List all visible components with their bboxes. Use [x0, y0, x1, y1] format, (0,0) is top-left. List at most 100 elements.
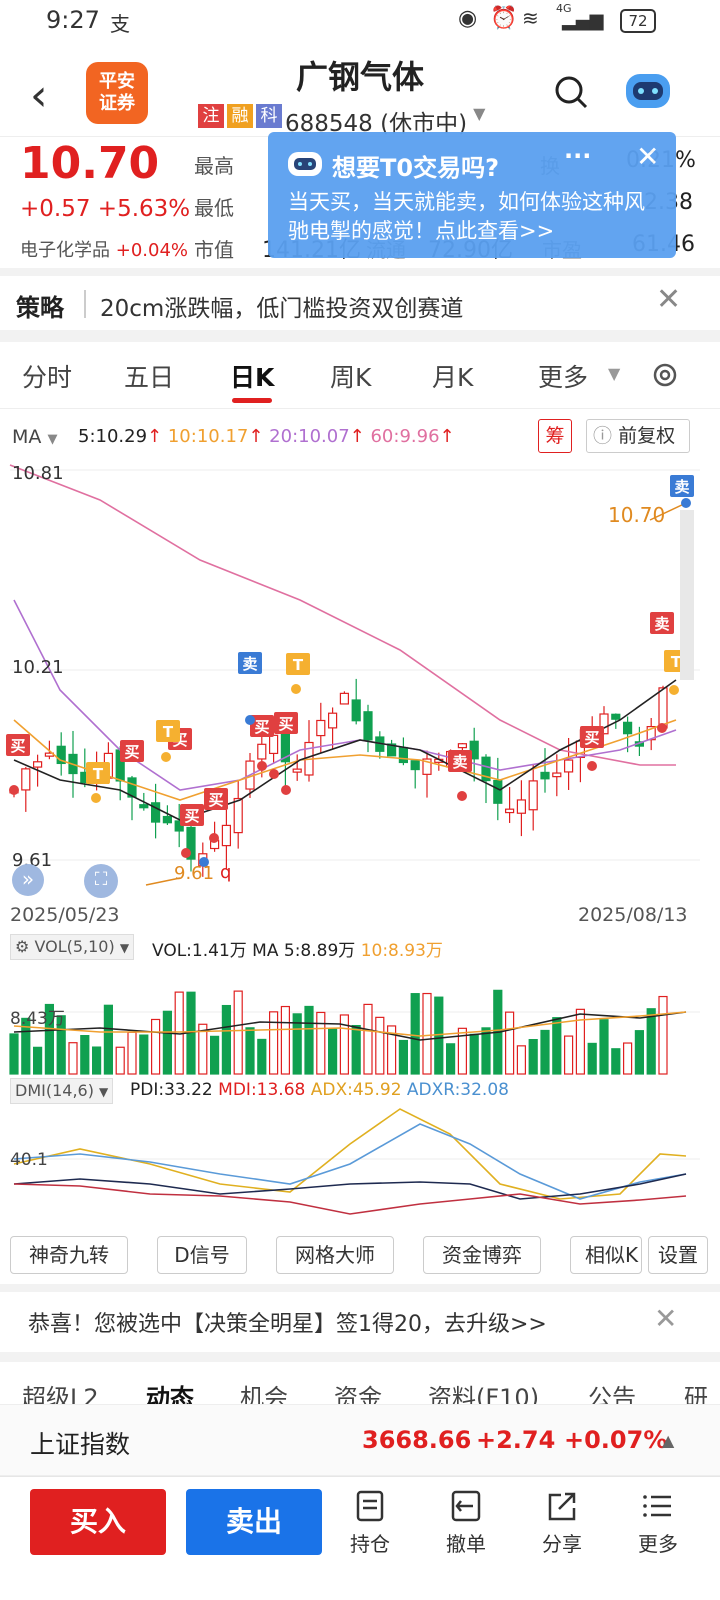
nav-cancel-label: 撤单 [446, 1532, 486, 1556]
tab-weekly-k[interactable]: 周K [330, 358, 371, 394]
vol-dropdown-icon: ▼ [119, 941, 130, 955]
candle-body [351, 699, 361, 722]
index-change: +2.74 [476, 1426, 556, 1454]
candle-body [139, 804, 149, 809]
ma20-value: 20:10.07 [269, 426, 350, 447]
ma-dropdown-icon: ▼ [47, 432, 58, 447]
buy-button[interactable]: 买入 [30, 1489, 166, 1555]
candle-body [221, 824, 231, 847]
signal-dot [9, 785, 19, 795]
func-magic-nine-button[interactable]: 神奇九转 [10, 1236, 128, 1274]
candle-body [257, 743, 267, 760]
volume-bar [528, 1039, 538, 1075]
price-scrollbar[interactable] [680, 510, 694, 680]
dmi-indicator-selector[interactable]: DMI(14,6) ▼ [10, 1078, 114, 1104]
ma5-value: 5:10.29 [78, 426, 148, 447]
candle-body [563, 759, 574, 773]
pdi-line [13, 1173, 687, 1200]
func-settings-button[interactable]: 设置 [648, 1236, 708, 1274]
alipay-icon: 支 [110, 12, 130, 36]
strategy-text[interactable]: 20cm涨跌幅，低门槛投资双创赛道 [100, 289, 463, 323]
popup-more-icon[interactable]: ··· [564, 142, 591, 170]
signal-dot [291, 684, 301, 694]
date-end: 2025/08/13 [578, 904, 688, 926]
volume-bar [587, 1042, 597, 1075]
t0-popup[interactable]: 想要T0交易吗? ··· ✕ 当天买，当天就能卖，如何体验这种风驰电掣的感觉！点… [268, 132, 676, 258]
y-mid-label: 10.21 [12, 657, 64, 678]
candle-body [339, 692, 349, 705]
signal-dot [669, 685, 679, 695]
buy-signal-label: 买 [184, 807, 199, 825]
nav-holdings[interactable]: 持仓 [340, 1489, 400, 1557]
robot-assistant-icon[interactable] [622, 68, 674, 112]
more-icon [643, 1495, 671, 1517]
volume-bar [363, 1003, 373, 1075]
nav-cancel-order[interactable]: 撤单 [436, 1489, 496, 1557]
vol-indicator-selector[interactable]: ⚙ VOL(5,10) ▼ [10, 934, 135, 960]
nav-share[interactable]: 分享 [532, 1489, 592, 1557]
volume-chart[interactable] [0, 962, 720, 1076]
chip-distribution-button[interactable]: 筹 [538, 419, 572, 453]
nav-more[interactable]: 更多 [628, 1489, 688, 1557]
tab-more[interactable]: 更多 [538, 358, 588, 394]
more-dropdown-icon[interactable]: ▼ [608, 364, 620, 383]
code-dropdown-icon[interactable]: ▼ [473, 104, 485, 123]
strategy-label: 策略 [16, 294, 64, 322]
ma10-line [13, 719, 677, 801]
fullscreen-icon[interactable]: ⛶ [84, 864, 118, 898]
current-price: 10.70 [20, 138, 160, 189]
func-grid-master-button[interactable]: 网格大师 [276, 1236, 394, 1274]
candle-body [32, 761, 43, 768]
strategy-close-icon[interactable]: ✕ [656, 282, 681, 317]
volume-bar [103, 1004, 114, 1075]
promo-text[interactable]: 恭喜！您被选中【决策全明星】签1得20，去升级>> [28, 1306, 547, 1338]
dmi-y-label: 40.1 [10, 1150, 48, 1170]
signal-dot [587, 761, 597, 771]
info-icon: ⓘ [593, 425, 613, 447]
popup-body: 当天买，当天就能卖，如何体验这种风驰电掣的感觉！点此查看>> [288, 190, 645, 243]
volume-bar [210, 1035, 220, 1075]
dmi-chart[interactable] [0, 1104, 720, 1224]
ma60-line [9, 464, 676, 766]
sell-signal-label: 卖 [654, 615, 669, 633]
popup-title: 想要T0交易吗? [332, 154, 499, 182]
ma10-value: 10:10.17 [167, 426, 249, 447]
index-expand-icon[interactable]: ▲ [662, 1431, 674, 1450]
settings-gear-icon[interactable] [650, 360, 680, 390]
popup-close-icon[interactable]: ✕ [636, 140, 659, 173]
tab-intraday[interactable]: 分时 [22, 358, 72, 394]
sell-button[interactable]: 卖出 [186, 1489, 322, 1555]
buy-signal-label: 买 [124, 743, 139, 761]
price-adjust-button[interactable]: ⓘ 前复权 [586, 419, 690, 453]
ma-indicator-label[interactable]: MA ▼ [12, 426, 57, 448]
promo-close-icon[interactable]: ✕ [654, 1302, 677, 1335]
tab-daily-k[interactable]: 日K [230, 358, 274, 394]
index-bar[interactable]: 上证指数 3668.66 +2.74 +0.07% ▲ [0, 1404, 720, 1476]
candle-body [528, 780, 538, 811]
sector-row[interactable]: 电子化学品 +0.04% [20, 236, 188, 262]
volume-bar [221, 1004, 231, 1075]
tabs-divider [0, 408, 720, 409]
search-icon[interactable] [553, 74, 589, 110]
volume-bar [280, 1005, 290, 1075]
tab-five-day[interactable]: 五日 [124, 358, 174, 394]
signal-dot [257, 761, 267, 771]
q-marker: q [220, 862, 232, 883]
candle-body [658, 687, 668, 729]
active-tab-indicator [232, 398, 272, 403]
tab-monthly-k[interactable]: 月K [432, 358, 473, 394]
func-similar-k-button[interactable]: 相似K [570, 1236, 642, 1274]
buy-signal-label: 买 [10, 737, 25, 755]
func-d-signal-button[interactable]: D信号 [157, 1236, 247, 1274]
ma-values: 5:10.29↑ 10:10.17↑ 20:10.07↑ 60:9.96↑ [78, 426, 455, 447]
ma60-value: 60:9.96 [370, 426, 440, 447]
expand-left-icon[interactable]: » [12, 864, 44, 896]
section-gap-3 [0, 1284, 720, 1292]
func-capital-game-button[interactable]: 资金博弈 [423, 1236, 541, 1274]
robot-mini-icon [286, 150, 324, 178]
index-pct: +0.07% [564, 1426, 668, 1454]
t-signal-label: T [163, 723, 174, 741]
volume-bar [80, 1035, 90, 1075]
buy-signal-label: 买 [278, 715, 293, 733]
signal-dot [91, 793, 101, 803]
